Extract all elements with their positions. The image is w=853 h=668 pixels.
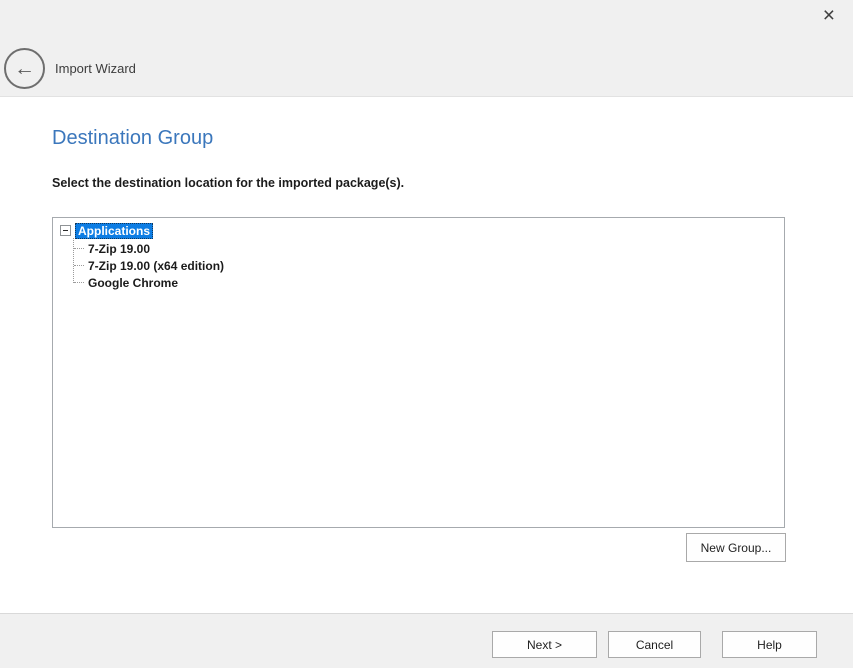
tree-row: Applications (53, 222, 784, 239)
wizard-title: Import Wizard (55, 61, 136, 76)
tree-children: 7-Zip 19.00 7-Zip 19.00 (x64 edition) Go… (73, 240, 784, 291)
destination-group-tree[interactable]: Applications 7-Zip 19.00 7-Zip 19.00 (x6… (52, 217, 785, 528)
wizard-header: ← Import Wizard × (0, 0, 853, 97)
cancel-button[interactable]: Cancel (608, 631, 701, 658)
minus-glyph (63, 230, 68, 231)
import-wizard-window: ← Import Wizard × Destination Group Sele… (0, 0, 853, 668)
tree-item-google-chrome[interactable]: Google Chrome (73, 274, 784, 291)
help-button[interactable]: Help (722, 631, 817, 658)
back-button[interactable]: ← (4, 48, 45, 89)
back-arrow-icon: ← (14, 57, 35, 80)
tree-item-7zip-x64[interactable]: 7-Zip 19.00 (x64 edition) (73, 257, 784, 274)
tree-item-label: 7-Zip 19.00 (88, 242, 150, 256)
new-group-button[interactable]: New Group... (686, 533, 786, 562)
close-icon: × (823, 4, 835, 27)
tree-item-label: Google Chrome (88, 276, 178, 290)
close-button[interactable]: × (819, 3, 839, 28)
page-title: Destination Group (52, 127, 213, 150)
tree-item-7zip[interactable]: 7-Zip 19.00 (73, 240, 784, 257)
tree-item-label: 7-Zip 19.00 (x64 edition) (88, 259, 224, 273)
tree-item-applications[interactable]: Applications (75, 223, 153, 239)
page-description: Select the destination location for the … (52, 176, 404, 190)
collapse-icon[interactable] (60, 225, 71, 236)
wizard-footer: Next > Cancel Help (0, 613, 853, 668)
next-button[interactable]: Next > (492, 631, 597, 658)
